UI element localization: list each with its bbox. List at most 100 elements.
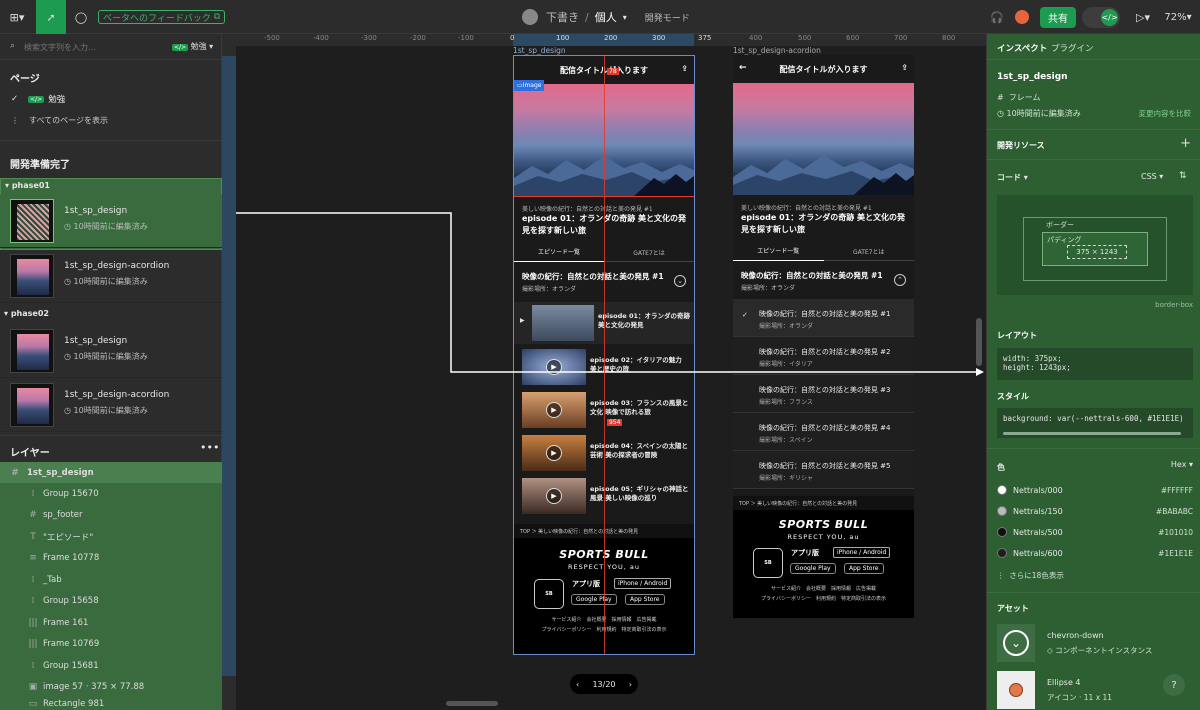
more-colors-link[interactable]: ⋮ さらに18色表示 <box>997 570 1064 581</box>
play-icon[interactable]: ▶ <box>546 402 562 418</box>
canvas[interactable]: 1st_sp_design 1st_sp_design-acordion 配信タ… <box>236 46 986 710</box>
layer-row[interactable]: T "エピソード" <box>0 526 222 547</box>
back-arrow-icon[interactable]: ← <box>739 63 747 73</box>
phone-frame-2[interactable]: ← 配信タイトルが入ります ⇪ 美しい映像の紀行：自然との対話と美の発見 #1 … <box>733 55 914 618</box>
color-item[interactable]: Nettrals/000 #FFFFFF <box>997 482 1193 498</box>
tab-episode-list[interactable]: エピソード一覧 <box>514 242 604 262</box>
frame-card-4[interactable]: 1st_sp_design-acordion ◷ 10時間前に編集済み <box>0 378 222 432</box>
user-avatar[interactable] <box>1012 0 1032 34</box>
code-scrollbar[interactable] <box>1003 432 1181 435</box>
style-code[interactable]: background: var(--nettrals-600, #1E1E1E) <box>997 408 1193 438</box>
layer-row[interactable]: ⁞ _Tab <box>0 569 222 590</box>
tab-plugin[interactable]: プラグイン <box>1051 42 1094 54</box>
frame-card-1[interactable]: 1st_sp_design ◷ 10時間前に編集済み <box>0 194 222 248</box>
frame1-label[interactable]: 1st_sp_design <box>513 46 566 55</box>
crumb-personal[interactable]: 個人 <box>595 9 617 25</box>
scroll-handle[interactable] <box>976 318 982 366</box>
chevron-left-icon[interactable]: ‹ <box>576 680 579 689</box>
frame2-label[interactable]: 1st_sp_design-acordion <box>733 46 821 55</box>
accordion-item[interactable]: 映像の紀行：自然との対話と美の発見 #3 撮影場所：フランス <box>733 375 914 413</box>
color-swatch <box>997 527 1007 537</box>
chevron-down-icon[interactable]: ⌄ <box>674 275 686 287</box>
tab-episode-list[interactable]: エピソード一覧 <box>733 241 824 261</box>
episode-series: 美しい映像の紀行：自然との対話と美の発見 #1 <box>522 206 653 213</box>
layer-row[interactable]: ▭ Rectangle 981 <box>0 698 222 710</box>
play-icon[interactable]: ▶ <box>546 445 562 461</box>
comment-icon[interactable]: ◯ <box>68 0 94 34</box>
help-button[interactable]: ? <box>1163 674 1185 696</box>
app-store-button[interactable]: App Store <box>844 563 884 574</box>
layer-row[interactable]: ||| Frame 10769 <box>0 633 222 654</box>
chevron-down-icon[interactable]: ▾ <box>623 13 627 22</box>
page-item-current[interactable]: ✓ </> 勉強 <box>0 91 222 107</box>
check-icon: ✓ <box>742 311 748 319</box>
play-icon[interactable]: ▶ <box>546 488 562 504</box>
dev-mode-toggle[interactable]: </> <box>1082 7 1120 28</box>
chevron-down-asset[interactable]: ⌄ <box>997 624 1035 662</box>
tab-inspect[interactable]: インスペクト <box>997 42 1047 54</box>
search-input[interactable] <box>24 39 154 55</box>
frame-card-3[interactable]: 1st_sp_design ◷ 10時間前に編集済み <box>0 324 222 378</box>
footer-links-2[interactable]: プライバシーポリシー 利用規約 特定商取引法の表示 <box>733 594 914 604</box>
play-icon[interactable]: ▷▾ <box>1130 0 1156 34</box>
accordion-item[interactable]: ✓ 映像の紀行：自然との対話と美の発見 #1 撮影場所：オランダ <box>733 299 914 337</box>
add-icon[interactable]: + <box>1180 136 1191 151</box>
component-icon: ◇ <box>1047 646 1053 655</box>
app-store-button[interactable]: App Store <box>625 594 665 605</box>
footer-links-1[interactable]: サービス紹介 会社概要 採用情報 広告掲載 <box>733 584 914 594</box>
accordion-item[interactable]: 映像の紀行：自然との対話と美の発見 #5 撮影場所：ギリシャ <box>733 451 914 489</box>
code-dropdown[interactable]: コード ▾ <box>997 172 1028 183</box>
share-icon[interactable]: ⇪ <box>681 64 688 73</box>
ellipse-asset[interactable] <box>997 671 1035 709</box>
layer-row[interactable]: ⁞ Group 15658 <box>0 590 222 611</box>
accordion-item[interactable]: 映像の紀行：自然との対話と美の発見 #2 撮影場所：イタリア <box>733 337 914 375</box>
phase2-label[interactable]: ▾ phase02 <box>4 309 49 318</box>
accordion-item[interactable]: 映像の紀行：自然との対話と美の発見 #4 撮影場所：スペイン <box>733 413 914 451</box>
layer-row[interactable]: #1st_sp_design <box>0 462 222 483</box>
color-format-dropdown[interactable]: Hex ▾ <box>1171 460 1193 469</box>
zoom-level[interactable]: 72% ▾ <box>1160 0 1196 34</box>
section-title: 映像の紀行：自然との対話と美の発見 #1 <box>522 272 664 281</box>
avatar[interactable] <box>522 9 538 25</box>
more-icon[interactable]: ••• <box>200 441 219 454</box>
layer-name: Frame 10778 <box>43 552 100 563</box>
phase1-label[interactable]: ▾ phase01 <box>5 181 50 190</box>
compare-link[interactable]: 変更内容を比較 <box>1139 108 1192 119</box>
share-button[interactable]: 共有 <box>1040 7 1076 28</box>
tab-gate7[interactable]: GATE7とは <box>824 241 915 261</box>
beta-feedback-link[interactable]: ベータへのフィードバック ⧉ <box>98 10 226 24</box>
horizontal-scrollbar[interactable] <box>446 701 498 706</box>
brand-tagline: RESPECT YOU, au <box>787 533 860 541</box>
main-menu-icon[interactable]: ⊞▾ <box>0 0 34 34</box>
color-item[interactable]: Nettrals/150 #BABABC <box>997 503 1193 519</box>
layer-row[interactable]: ▣ image 57 · 375 × 77.88 <box>0 676 222 697</box>
page-tag[interactable]: </> 勉強 ▾ <box>172 41 213 52</box>
color-item[interactable]: Nettrals/600 #1E1E1E <box>997 545 1193 561</box>
crumb-draft[interactable]: 下書き <box>546 9 579 25</box>
layout-code[interactable]: width: 375px; height: 1243px; <box>997 348 1193 380</box>
layer-row[interactable]: ⁞ Group 15670 <box>0 483 222 504</box>
share-icon[interactable]: ⇪ <box>901 63 908 72</box>
headphones-icon[interactable]: 🎧 <box>985 0 1009 34</box>
layer-row[interactable]: ||| Frame 161 <box>0 612 222 633</box>
layer-row[interactable]: ⁞ Group 15681 <box>0 655 222 676</box>
layer-row[interactable]: ≡ Frame 10778 <box>0 547 222 568</box>
footer-breadcrumb[interactable]: TOP ＞ 美しい映像の紀行：自然との対話と美の発見 <box>733 496 914 510</box>
chevron-up-icon[interactable]: ⌃ <box>894 274 906 286</box>
move-tool-icon[interactable]: ➚ <box>36 0 66 34</box>
settings-icon[interactable]: ⇅ <box>1179 171 1187 181</box>
google-play-button[interactable]: Google Play <box>790 563 836 574</box>
color-item[interactable]: Nettrals/500 #101010 <box>997 524 1193 540</box>
lang-dropdown[interactable]: CSS ▾ <box>1141 172 1163 181</box>
layer-row[interactable]: # sp_footer <box>0 504 222 525</box>
google-play-button[interactable]: Google Play <box>571 594 617 605</box>
frame-card-2[interactable]: 1st_sp_design-acordion ◷ 10時間前に編集済み <box>0 249 222 303</box>
code-tag-icon: </> <box>28 95 45 103</box>
frame-title: 1st_sp_design <box>64 336 128 346</box>
phone-frame-1[interactable]: 配信タイトルが入ります ⇪ ▭ Image 78 美しい映像の紀行：自然との対話… <box>513 55 695 655</box>
chevron-right-icon[interactable]: › <box>629 680 632 689</box>
clock-icon: ◷ <box>64 352 71 361</box>
play-icon[interactable]: ▶ <box>546 359 562 375</box>
tab-gate7[interactable]: GATE7とは <box>604 242 694 262</box>
show-all-pages[interactable]: ⋮ すべてのページを表示 <box>0 112 222 128</box>
